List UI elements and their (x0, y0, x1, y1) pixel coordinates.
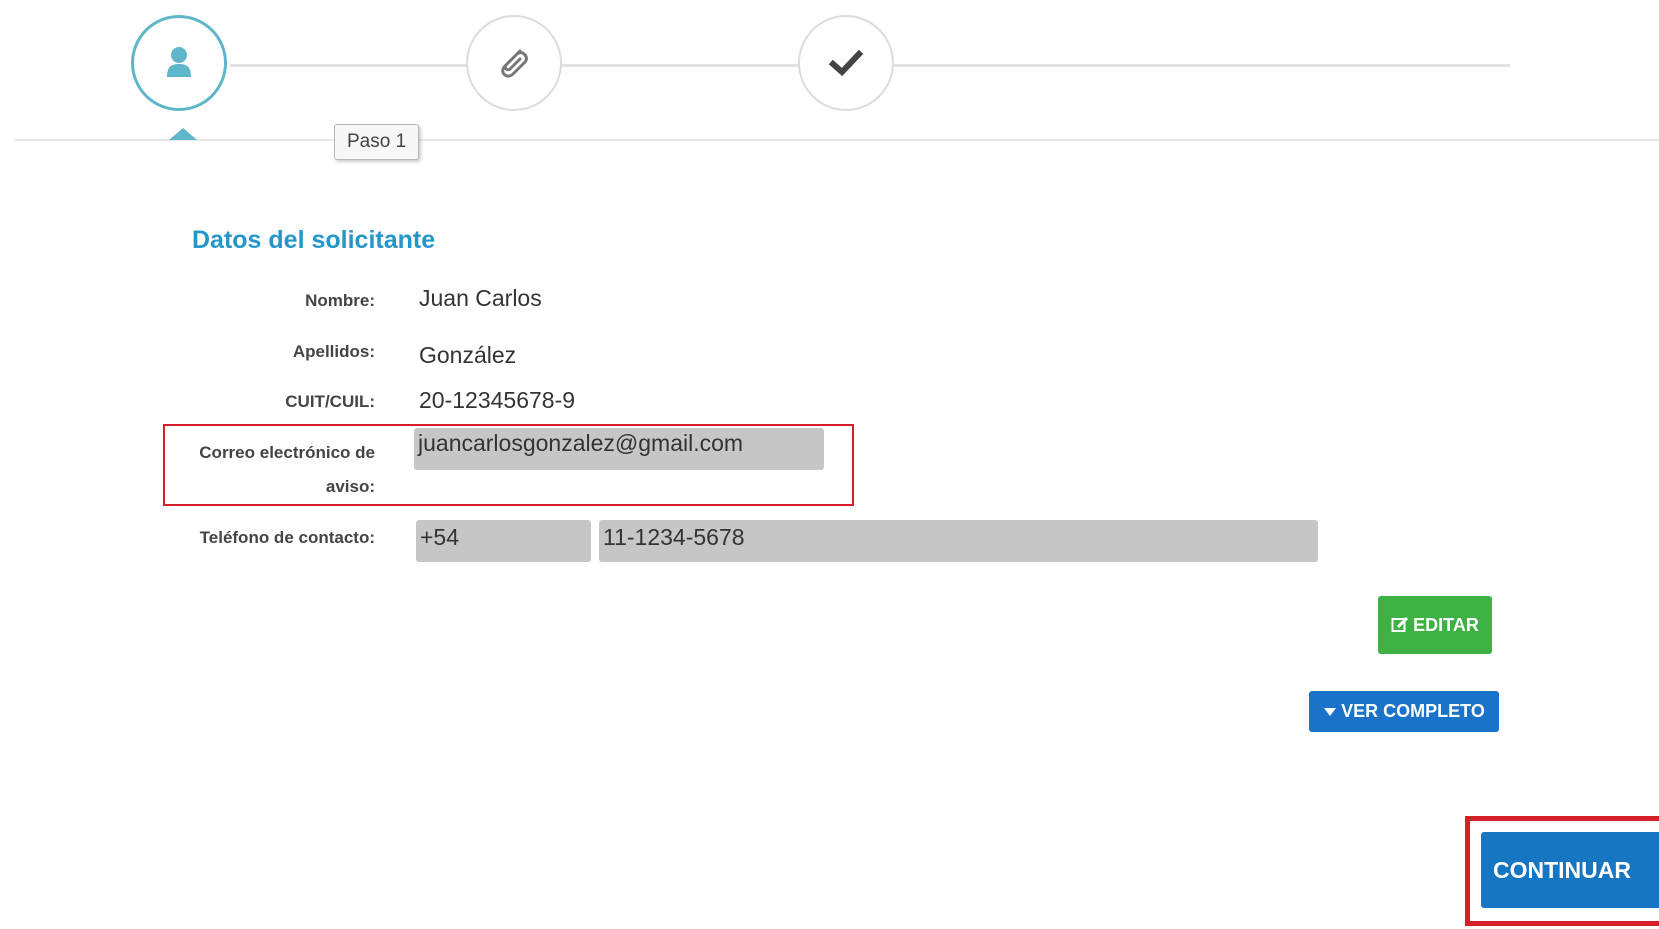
cuit-value: 20-12345678-9 (419, 387, 576, 413)
step-3-confirm[interactable] (798, 15, 894, 111)
caret-down-icon (1324, 707, 1337, 716)
section-title: Datos del solicitante (192, 226, 436, 254)
active-step-caret (169, 128, 197, 140)
ver-completo-label: VER COMPLETO (1341, 701, 1485, 721)
editar-button[interactable]: EDITAR (1378, 596, 1492, 654)
stepper-baseline (14, 139, 1659, 141)
editar-label: EDITAR (1413, 614, 1479, 635)
email-field[interactable]: juancarlosgonzalez@gmail.com (414, 428, 824, 470)
step-1-applicant[interactable] (131, 15, 227, 111)
phone-code-field[interactable]: +54 (416, 520, 591, 562)
apellidos-label: Apellidos: (292, 342, 375, 361)
user-icon (167, 47, 191, 77)
phone-number-field[interactable]: 11-1234-5678 (599, 520, 1318, 562)
nombre-value: Juan Carlos (419, 285, 542, 311)
step-2-attachments[interactable] (466, 15, 562, 111)
step-tooltip: Paso 1 (334, 124, 420, 160)
nombre-label: Nombre: (305, 291, 375, 310)
checkmark-icon (828, 49, 864, 77)
email-label-line1: Correo electrónico de (199, 443, 375, 462)
email-label-line2: aviso: (325, 477, 375, 496)
apellidos-value: González (419, 342, 517, 368)
paperclip-icon (501, 49, 528, 78)
telefono-label: Teléfono de contacto: (199, 528, 375, 547)
cuit-label: CUIT/CUIL: (285, 392, 375, 411)
edit-icon (1391, 616, 1409, 632)
continuar-button[interactable]: CONTINUAR (1481, 832, 1659, 908)
ver-completo-button[interactable]: VER COMPLETO (1309, 691, 1499, 732)
